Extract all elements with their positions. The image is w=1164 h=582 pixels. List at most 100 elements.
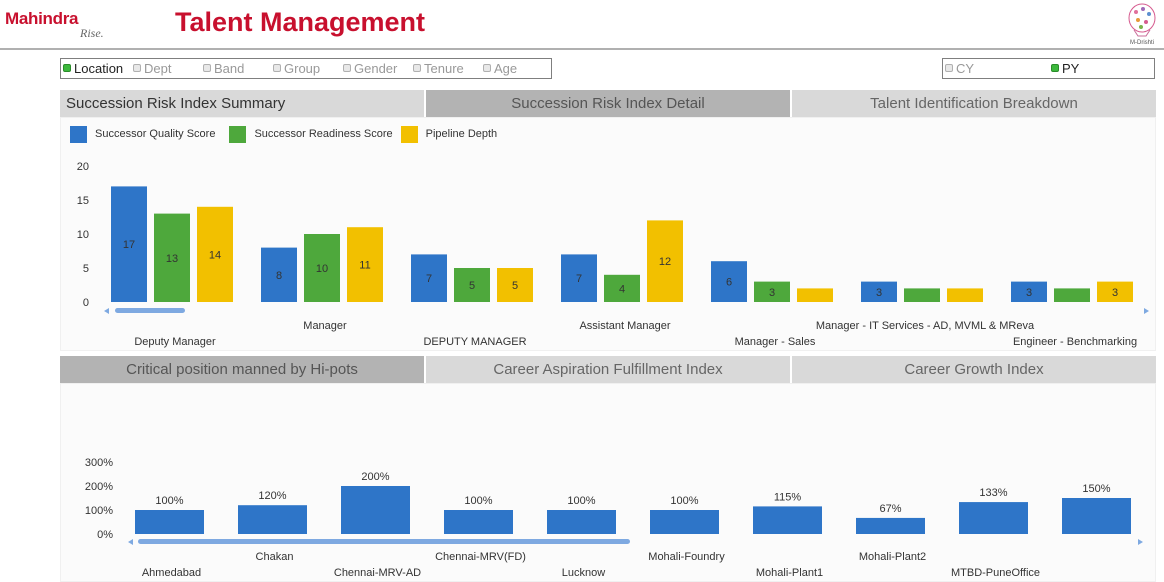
- tab-succession-risk-summary[interactable]: Succession Risk Index Summary: [60, 90, 424, 117]
- x-category-label: Lucknow: [562, 567, 605, 579]
- bar-value-label: 5: [469, 280, 475, 292]
- bar-value-label: 17: [123, 239, 135, 251]
- bar-value-label: 120%: [258, 490, 286, 502]
- filter-group[interactable]: Group: [271, 59, 341, 78]
- mahindra-logo[interactable]: Mahindra: [5, 9, 78, 29]
- bar-successor-readiness-score-engineer-benchmarking[interactable]: [1054, 288, 1090, 302]
- filter-radio-icon: [273, 64, 281, 72]
- x-category-label: Manager - IT Services - AD, MVML & MReva: [816, 320, 1035, 332]
- x-category-label: Manager: [303, 320, 347, 332]
- hipot-bar-chakan[interactable]: [238, 505, 307, 534]
- tab-career-growth[interactable]: Career Growth Index: [792, 356, 1156, 383]
- filter-label: Location: [74, 61, 124, 76]
- period-radio-icon: [945, 64, 953, 72]
- filter-radio-icon: [413, 64, 421, 72]
- bar-value-label: 3: [1112, 287, 1118, 299]
- scroll-right-icon[interactable]: [1144, 308, 1149, 314]
- tab-career-aspiration[interactable]: Career Aspiration Fulfillment Index: [426, 356, 790, 383]
- legend-label-pipeline: Pipeline Depth: [425, 128, 498, 140]
- hipot-bar-mohali-foundry[interactable]: [650, 510, 719, 534]
- bar-value-label: 5: [512, 280, 518, 292]
- hipot-bar-mohali-plant2[interactable]: [856, 517, 925, 534]
- hipot-bar-chennai-mrv-fd[interactable]: [444, 510, 513, 534]
- period-radio-icon: [1051, 64, 1059, 72]
- filter-gender[interactable]: Gender: [341, 59, 411, 78]
- hipot-bar-mohali-plant1[interactable]: [753, 506, 822, 534]
- period-cy[interactable]: CY: [943, 59, 1049, 78]
- scrollbar-thumb[interactable]: [115, 308, 185, 313]
- bar-value-label: 100%: [567, 495, 595, 507]
- bar-value-label: 133%: [979, 487, 1007, 499]
- brand-label: M-Drishti: [1130, 40, 1154, 46]
- legend-swatch-quality: [70, 125, 87, 143]
- bar-value-label: 3: [1026, 287, 1032, 299]
- logo-tagline: Rise.: [80, 26, 104, 40]
- y-tick-label: 0%: [97, 529, 113, 541]
- period-filter-bar: CY PY: [942, 58, 1155, 79]
- y-tick-label: 20: [77, 161, 89, 173]
- hipot-bar-chennai-mrv-ad[interactable]: [341, 486, 410, 534]
- bar-value-label: 4: [619, 283, 625, 295]
- app-header: Mahindra Rise. Talent Management M-Drish…: [0, 0, 1164, 48]
- tab-talent-identification[interactable]: Talent Identification Breakdown: [792, 90, 1156, 117]
- bar-pipeline-depth-manager-sales[interactable]: [797, 288, 833, 302]
- scroll-left-icon[interactable]: [128, 539, 133, 545]
- y-tick-label: 200%: [85, 481, 113, 493]
- succession-bar-chart: 0 5 10 15 20 17 13 14 Deputy Manager 8 10 11 Manager…: [77, 161, 1149, 348]
- filter-radio-icon: [343, 64, 351, 72]
- filter-age[interactable]: Age: [481, 59, 551, 78]
- x-category-label: Manager - Sales: [735, 336, 816, 348]
- bar-value-label: 3: [876, 287, 882, 299]
- legend-label-readiness: Successor Readiness Score: [254, 128, 393, 140]
- x-category-label: Chennai-MRV-AD: [334, 567, 421, 579]
- scroll-right-icon[interactable]: [1138, 539, 1143, 545]
- x-category-label: Deputy Manager: [134, 336, 216, 348]
- bar-value-label: 200%: [361, 471, 389, 483]
- filter-location[interactable]: Location: [61, 59, 131, 78]
- dimension-filter-bar: Location Dept Band Group Gender Tenure Age: [60, 58, 552, 79]
- y-tick-label: 100%: [85, 505, 113, 517]
- x-category-label: Mohali-Foundry: [648, 551, 725, 563]
- bar-value-label: 100%: [155, 495, 183, 507]
- bar-value-label: 13: [166, 253, 178, 265]
- x-category-label: Mohali-Plant1: [756, 567, 823, 579]
- filter-dept[interactable]: Dept: [131, 59, 201, 78]
- bar-value-label: 7: [576, 273, 582, 285]
- bar-pipeline-depth-manager-it-services-ad-mvml-mreva[interactable]: [947, 288, 983, 302]
- tab-critical-position-hipots[interactable]: Critical position manned by Hi-pots: [60, 356, 424, 383]
- x-category-label: Chennai-MRV(FD): [435, 551, 526, 563]
- bar-value-label: 7: [426, 273, 432, 285]
- hipot-bar-mtbd-puneoffice[interactable]: [959, 502, 1028, 534]
- bar-value-label: 100%: [670, 495, 698, 507]
- bar-value-label: 100%: [464, 495, 492, 507]
- scrollbar-thumb[interactable]: [138, 539, 630, 544]
- chart-legend: Successor Quality Score Successor Readin…: [70, 125, 497, 143]
- y-tick-label: 5: [83, 263, 89, 275]
- tab-succession-risk-detail[interactable]: Succession Risk Index Detail: [426, 90, 790, 117]
- bar-value-label: 11: [359, 260, 370, 272]
- bar-value-label: 6: [726, 277, 732, 289]
- filter-radio-icon: [483, 64, 491, 72]
- filter-radio-icon: [203, 64, 211, 72]
- y-tick-label: 300%: [85, 457, 113, 469]
- bar-value-label: 150%: [1082, 483, 1110, 495]
- bar-value-label: 8: [276, 270, 282, 282]
- y-tick-label: 0: [83, 297, 89, 309]
- hipot-bar-ahmedabad[interactable]: [135, 510, 204, 534]
- period-label: CY: [956, 61, 975, 76]
- hipot-bar-lucknow[interactable]: [547, 510, 616, 534]
- period-py[interactable]: PY: [1049, 59, 1153, 78]
- bar-successor-readiness-score-manager-it-services-ad-mvml-mreva[interactable]: [904, 288, 940, 302]
- hipots-bar-chart: 0% 100% 200% 300% 100% 120% 200% 100% 100% 100% 11…: [85, 457, 1143, 579]
- scroll-left-icon[interactable]: [104, 308, 109, 314]
- y-tick-label: 10: [77, 229, 89, 241]
- hipot-bar-item-9[interactable]: [1062, 498, 1131, 534]
- filter-radio-icon: [63, 64, 71, 72]
- x-category-label: DEPUTY MANAGER: [423, 336, 526, 348]
- header-divider: [0, 48, 1164, 50]
- filter-label: Gender: [354, 61, 398, 76]
- filter-band[interactable]: Band: [201, 59, 271, 78]
- filter-label: Tenure: [424, 61, 464, 76]
- legend-swatch-readiness: [229, 125, 247, 143]
- filter-tenure[interactable]: Tenure: [411, 59, 481, 78]
